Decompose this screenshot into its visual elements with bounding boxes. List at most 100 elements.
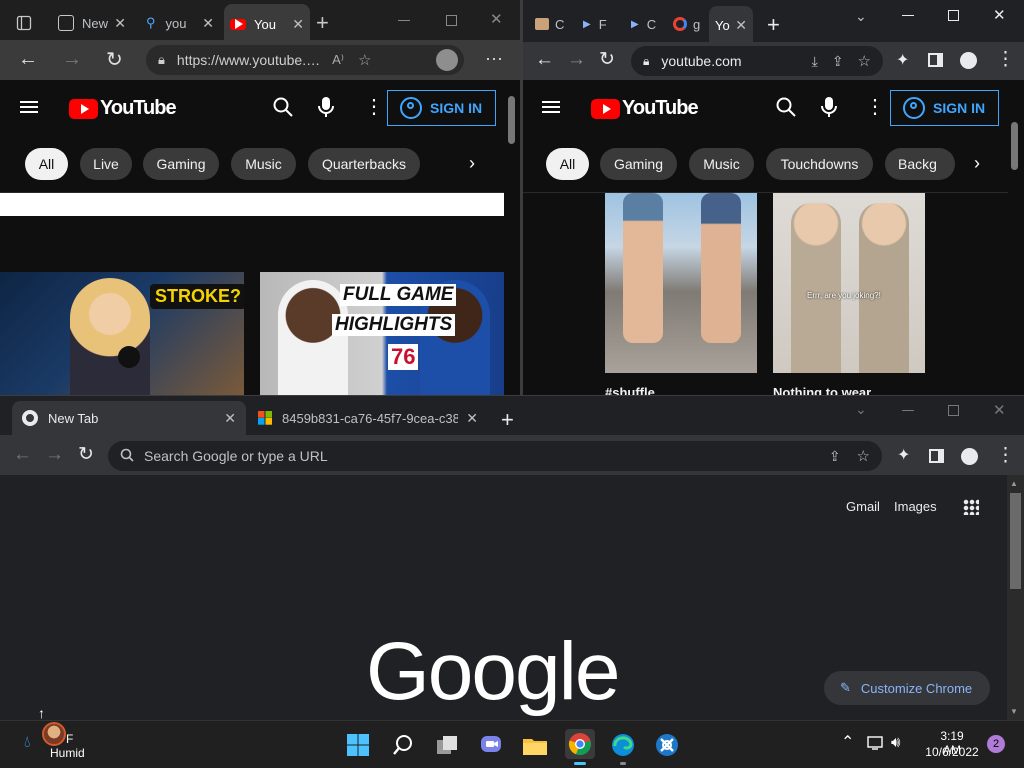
chip-background[interactable]: Backg: [885, 148, 955, 180]
maximize-icon[interactable]: [948, 405, 959, 416]
close-icon[interactable]: ✕: [735, 17, 747, 34]
video-thumbnail-news[interactable]: STROKE?: [0, 272, 244, 395]
search-icon[interactable]: [775, 96, 797, 123]
extensions-icon[interactable]: ✦: [896, 50, 909, 70]
profile-icon[interactable]: [961, 448, 978, 465]
chrome-menu-icon[interactable]: ⋮: [996, 48, 1015, 71]
chevron-right-icon[interactable]: ›: [469, 153, 475, 174]
scroll-down-icon[interactable]: ▼: [1010, 707, 1018, 716]
close-icon[interactable]: ✕: [466, 410, 478, 427]
task-view-icon[interactable]: [433, 731, 461, 759]
customize-chrome-button[interactable]: ✎ Customize Chrome: [824, 671, 990, 705]
address-bar[interactable]: 🔒︎ https://www.youtube.… A⁾ ☆: [146, 45, 464, 75]
forward-arrow-icon[interactable]: →: [567, 49, 586, 71]
show-hidden-icons-chevron[interactable]: ⌃: [841, 732, 854, 752]
edge-tab-search[interactable]: ⚲ you ✕: [140, 8, 220, 38]
app-taskbar-icon[interactable]: [653, 731, 681, 759]
minimize-icon[interactable]: [398, 20, 410, 21]
edge-tab-youtube-active[interactable]: You ✕: [224, 4, 310, 44]
chrome-tab-4[interactable]: g: [673, 14, 707, 34]
yt-settings-dots-icon[interactable]: ⋮: [865, 97, 885, 117]
tab-search-chevron-icon[interactable]: ⌄: [855, 8, 867, 25]
minimize-icon[interactable]: [902, 410, 914, 411]
refresh-icon[interactable]: ↻: [599, 48, 615, 71]
new-tab-button[interactable]: +: [501, 407, 514, 433]
chrome-taskbar-icon[interactable]: [565, 729, 595, 759]
chip-gaming[interactable]: Gaming: [600, 148, 677, 180]
edge-tab-new[interactable]: New ✕: [52, 8, 132, 38]
gmail-link[interactable]: Gmail: [846, 499, 880, 514]
close-window-icon[interactable]: ✕: [490, 10, 503, 28]
chip-all[interactable]: All: [546, 148, 589, 180]
back-arrow-icon[interactable]: ←: [13, 444, 32, 466]
scroll-up-icon[interactable]: ▲: [1010, 479, 1018, 488]
yt-menu-button[interactable]: [542, 101, 560, 113]
teams-chat-icon[interactable]: [477, 731, 505, 759]
close-icon[interactable]: ✕: [292, 16, 304, 33]
snap-divider[interactable]: [520, 0, 523, 395]
new-tab-button[interactable]: +: [767, 12, 780, 38]
chrome-tab-3[interactable]: ▶ C: [631, 14, 661, 34]
tab-actions-icon[interactable]: [14, 13, 34, 33]
share-icon[interactable]: ⇪: [829, 448, 841, 465]
chip-music[interactable]: Music: [231, 148, 296, 180]
microphone-icon[interactable]: [821, 96, 837, 123]
refresh-icon[interactable]: ↻: [78, 443, 94, 466]
chip-touchdowns[interactable]: Touchdowns: [766, 148, 873, 180]
share-icon[interactable]: ⇪: [832, 53, 844, 70]
chrome-tab-1[interactable]: C: [535, 14, 569, 34]
bookmark-star-icon[interactable]: ☆: [857, 447, 870, 465]
scrollbar-thumb[interactable]: [1010, 493, 1021, 589]
chip-all[interactable]: All: [25, 148, 68, 180]
close-icon[interactable]: ✕: [114, 15, 126, 32]
chip-live[interactable]: Live: [80, 148, 132, 180]
close-window-icon[interactable]: ✕: [993, 6, 1006, 24]
close-icon[interactable]: ✕: [224, 410, 236, 427]
omnibox[interactable]: Search Google or type a URL ⇪ ☆: [108, 441, 882, 471]
profile-icon[interactable]: [960, 52, 977, 69]
tab-search-chevron-icon[interactable]: ⌄: [855, 401, 867, 418]
video-thumbnail-highlights[interactable]: FULL GAME HIGHLIGHTS 76: [260, 272, 504, 395]
forward-arrow-icon[interactable]: →: [62, 48, 82, 71]
minimize-icon[interactable]: [902, 15, 914, 16]
chrome-tab-guid[interactable]: 8459b831-ca76-45f7-9cea-c3860 ✕: [252, 401, 484, 435]
refresh-icon[interactable]: ↻: [106, 47, 123, 72]
yt-logo[interactable]: YouTube: [69, 97, 177, 120]
yt-settings-dots-icon[interactable]: ⋮: [364, 97, 384, 117]
scrollbar-thumb[interactable]: [1011, 122, 1018, 170]
side-panel-icon[interactable]: [929, 449, 944, 463]
yt-menu-button[interactable]: [20, 101, 38, 113]
more-menu-icon[interactable]: ···: [485, 48, 503, 69]
search-icon[interactable]: [272, 96, 294, 123]
favorites-add-icon[interactable]: ☆: [358, 51, 371, 69]
new-tab-button[interactable]: +: [316, 10, 329, 36]
shorts-title[interactable]: Nothing to wear: [773, 385, 871, 395]
chip-music[interactable]: Music: [689, 148, 754, 180]
file-explorer-icon[interactable]: [521, 731, 549, 759]
omnibox[interactable]: 🔒︎ youtube.com ⤓ ⇪ ☆: [631, 46, 883, 76]
volume-icon[interactable]: 🔊︎: [891, 734, 900, 751]
sign-in-button[interactable]: SIGN IN: [890, 90, 999, 126]
images-link[interactable]: Images: [894, 499, 937, 514]
notification-badge[interactable]: 2: [987, 735, 1005, 753]
clock-date[interactable]: 10/6/2022: [920, 745, 984, 759]
close-icon[interactable]: ✕: [202, 15, 214, 32]
sign-in-button[interactable]: SIGN IN: [387, 90, 496, 126]
profile-avatar[interactable]: [436, 49, 458, 71]
network-icon[interactable]: [867, 735, 885, 756]
chrome-menu-icon[interactable]: ⋮: [996, 444, 1015, 467]
chip-quarterbacks[interactable]: Quarterbacks: [308, 148, 420, 180]
close-window-icon[interactable]: ✕: [993, 401, 1006, 419]
chevron-right-icon[interactable]: ›: [974, 153, 980, 174]
scrollbar-thumb[interactable]: [508, 96, 515, 144]
bookmark-star-icon[interactable]: ☆: [858, 52, 871, 70]
maximize-icon[interactable]: [948, 10, 959, 21]
shorts-title[interactable]: #shuffle: [605, 385, 655, 395]
side-panel-icon[interactable]: [928, 53, 943, 67]
back-arrow-icon[interactable]: ←: [535, 49, 554, 71]
chrome-tab-youtube-active[interactable]: Yo ✕: [709, 6, 753, 44]
taskbar-search-icon[interactable]: [389, 731, 417, 759]
yt-logo[interactable]: YouTube: [591, 97, 699, 120]
install-icon[interactable]: ⤓: [812, 53, 818, 70]
chip-gaming[interactable]: Gaming: [143, 148, 219, 180]
